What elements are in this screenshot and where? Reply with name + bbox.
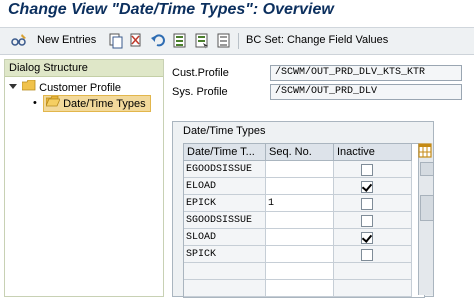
cell-seq-no[interactable]: 1 [266,195,334,212]
table-vertical-scrollbar[interactable] [418,143,434,295]
toolbar-separator [238,33,239,49]
expand-triangle-icon[interactable] [9,81,17,96]
table-title: Date/Time Types [183,125,266,137]
dialog-structure-panel: Dialog Structure Customer Profile • Date… [4,59,164,297]
tree-item-customer-profile[interactable]: Customer Profile [9,79,122,96]
cell-date-time-type[interactable] [184,263,266,280]
cell-seq-no[interactable] [266,263,334,280]
cell-inactive [334,195,412,212]
cell-inactive [334,229,412,246]
cell-inactive [334,212,412,229]
inactive-checkbox[interactable] [361,198,373,210]
column-header-seq-no[interactable]: Seq. No. [266,144,334,161]
page-title: Change View "Date/Time Types": Overview [8,1,334,18]
delete-icon[interactable] [128,32,144,50]
tree-item-label: Date/Time Types [63,97,146,110]
dialog-structure-header: Dialog Structure [5,60,163,77]
inactive-checkbox[interactable] [361,164,373,176]
date-time-types-table: Date/Time T... Seq. No. Inactive EGOODSI… [183,143,425,298]
inactive-checkbox[interactable] [361,215,373,227]
cell-seq-no[interactable] [266,161,334,178]
column-header-inactive[interactable]: Inactive [334,144,412,161]
tree-bullet: • [33,97,37,109]
column-header-date-time-type[interactable]: Date/Time T... [184,144,266,161]
undo-icon[interactable] [150,32,166,50]
scroll-up-button[interactable] [420,162,434,176]
tree-item-label: Customer Profile [39,81,122,94]
scroll-thumb[interactable] [420,195,434,221]
cell-seq-no[interactable] [266,178,334,195]
cell-date-time-type[interactable]: SPICK [184,246,266,263]
cell-seq-no[interactable] [266,246,334,263]
cell-inactive [334,280,412,297]
folder-icon [21,79,36,96]
cell-date-time-type[interactable]: ELOAD [184,178,266,195]
cell-date-time-type[interactable]: EGOODSISSUE [184,161,266,178]
glasses-display-change-icon[interactable] [10,32,28,50]
open-folder-icon [45,95,61,112]
copy-icon[interactable] [108,32,124,50]
bc-set-change-field-values-button[interactable]: BC Set: Change Field Values [246,34,388,46]
cell-seq-no[interactable] [266,212,334,229]
cell-date-time-type[interactable]: SLOAD [184,229,266,246]
sys-profile-label: Sys. Profile [172,86,228,98]
cell-date-time-type[interactable] [184,280,266,297]
cell-inactive [334,263,412,280]
cust-profile-field[interactable]: /SCWM/OUT_PRD_DLV_KTS_KTR [270,65,462,81]
cell-seq-no[interactable] [266,229,334,246]
sys-profile-field[interactable]: /SCWM/OUT_PRD_DLV [270,84,462,100]
deselect-all-icon[interactable] [216,32,232,50]
cell-seq-no[interactable] [266,280,334,297]
inactive-checkbox[interactable] [361,232,373,244]
cell-inactive [334,246,412,263]
cell-date-time-type[interactable]: EPICK [184,195,266,212]
select-block-icon[interactable] [194,32,210,50]
inactive-checkbox[interactable] [361,181,373,193]
new-entries-button[interactable]: New Entries [37,34,96,46]
date-time-types-table-panel: Date/Time Types Date/Time T... Seq. No. … [172,121,434,298]
table-settings-icon[interactable] [418,143,432,159]
application-toolbar: New Entries BC Set: Change Field Values [0,27,474,55]
cust-profile-label: Cust.Profile [172,67,229,79]
title-bar: Change View "Date/Time Types": Overview [0,0,474,25]
inactive-checkbox[interactable] [361,249,373,261]
select-all-icon[interactable] [172,32,188,50]
cell-date-time-type[interactable]: SGOODSISSUE [184,212,266,229]
cell-inactive [334,161,412,178]
cell-inactive [334,178,412,195]
tree-item-date-time-types[interactable]: Date/Time Types [43,95,151,112]
